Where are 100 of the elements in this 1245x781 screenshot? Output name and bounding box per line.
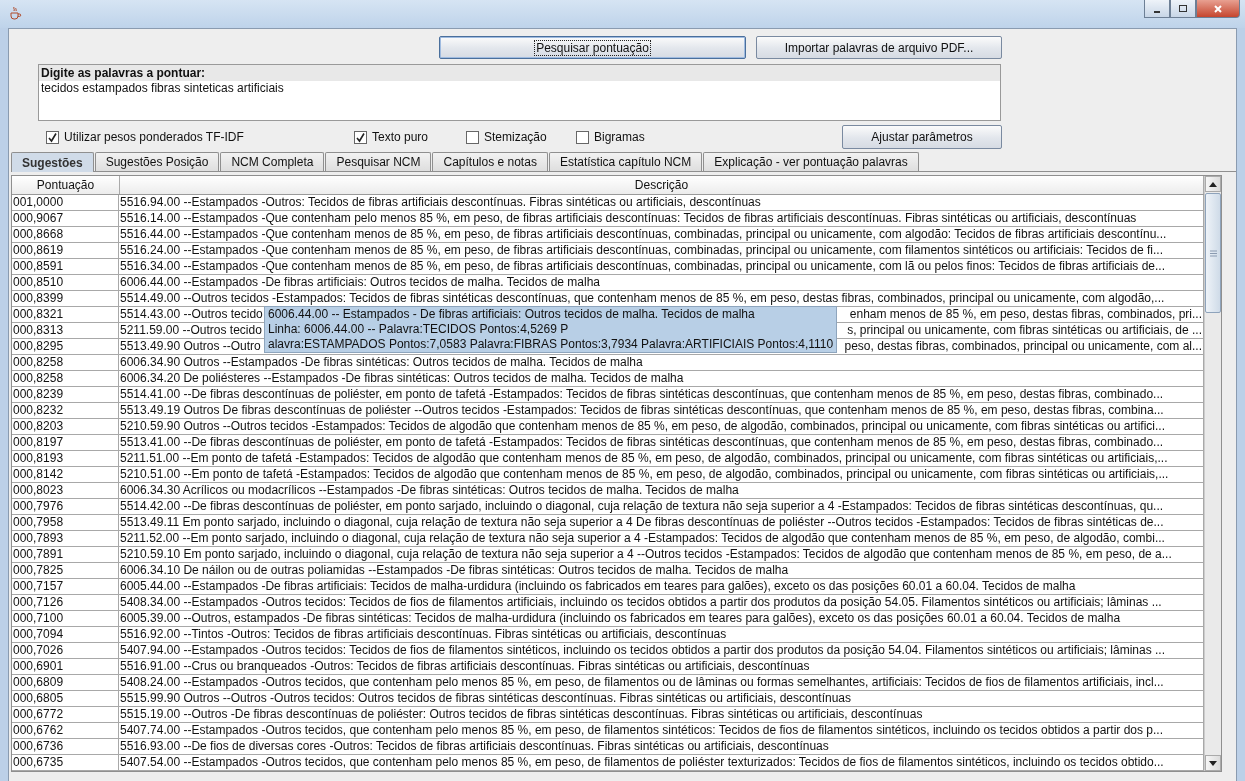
score-cell: 001,0000 [12,195,119,210]
score-cell: 000,7126 [12,595,119,610]
description-text: 6005.39.00 --Outros, estampados -De fibras sintéticas: Tecidos de malha-urdidura (incluindo os fabricados em teares para galões), exceto os das posições 60.01 a 60.04. Tecidos de malha [120,611,1121,626]
description-text: 5516.91.00 --Crus ou branqueados -Outros: Tecidos de fibras artificiais descontínuas. Fibras sintéticas ou artificiais, descontínuas [120,659,810,674]
score-cell: 000,7825 [12,563,119,578]
down-arrow-icon [1209,760,1217,766]
description-text: 6005.44.00 --Estampados -De fibras artificiais: Tecidos de malha-urdidura (incluindo os fabricados em teares para galões), exceto os das posições 60.01 a 60.04. Tecidos de malha [120,579,1076,594]
description-text: 5515.99.90 Outros --Outros -Outros tecidos: Outros tecidos de fibras sintéticas descontínuas. Fibras sintéticas ou artificiais, descontínuas [120,691,851,706]
description-text: 5211.59.00 --Outros tecido [120,323,262,338]
score-cell: 000,8232 [12,403,119,418]
score-cell: 000,8295 [12,339,119,354]
description-text: 5408.34.00 --Estampados -Outros tecidos: Tecidos de fios de filamentos artificiais, incluindo os tecidos obtidos a partir dos produtos da posição 54.05. Filamentos sintéticos ou artificiais; lâminas ... [120,595,1162,610]
query-field[interactable]: Digite as palavras a pontuar: tecidos estampados fibras sinteticas artificiais [38,64,1001,121]
tooltip-line: alavra:ESTAMPADOS Pontos:7,0583 Palavra:FIBRAS Pontos:3,7934 Palavra:ARTIFICIAIS Pontos:4,1110 [268,337,834,352]
description-text: 5513.41.00 --De fibras descontínuas de poliéster, em ponto de tafetá -Estampados: Tecidos de fibras sintéticas descontínuas, que contenham menos de 85 %, em peso, destas fibras, combinado... [120,435,1164,450]
description-text: 6006.34.90 Outros --Estampados -De fibras sintéticas: Outros tecidos de malha. Tecidos de malha [120,355,643,370]
description-text: 5211.52.00 --Em ponto sarjado, incluindo o diagonal, cuja relação de textura não seja superior a 4 -Estampados: Tecidos de algodão que contenham menos de 85 %, em peso, de algodão, combi... [120,531,1165,546]
description-text: 5516.34.00 --Estampados -Que contenham menos de 85 %, em peso, de fibras artificiais descontínuas, combinadas, principal ou unicamente, com lã ou pelos finos: Tecidos de fibras artificiais de... [120,259,1165,274]
option-label[interactable]: Utilizar pesos ponderados TF-IDF [64,130,244,144]
description-text: 5514.49.00 --Outros tecidos -Estampados: Tecidos de fibras sintéticas descontínuas, que contenham menos de 85 %, em peso, destas fibras, combinados, principal ou unicamente, com algodão,... [120,291,1165,306]
description-text: 6006.34.10 De náilon ou de outras poliamidas --Estampados -De fibras sintéticas: Outros tecidos de malha. Tecidos de malha [120,563,789,578]
column-header[interactable]: Pontuação [12,176,120,194]
description-text: 5210.59.90 Outros --Outros tecidos -Estampados: Tecidos de algodão que contenham menos de 85 %, em peso, de algodão, combinados, principal ou unicamente, com fibras sintéticas ou artifici... [120,419,1166,434]
description-text: s, principal ou unicamente, com fibras sintéticas ou artificiais, de ... [847,323,1202,338]
tab[interactable]: NCM Completa [220,152,325,171]
score-cell: 000,8258 [12,355,119,370]
description-text: 6006.44.00 --Estampados -De fibras artificiais: Outros tecidos de malha. Tecidos de malha [120,275,601,290]
score-cell: 000,6736 [12,739,119,754]
close-icon [1213,3,1223,14]
score-cell: 000,8619 [12,243,119,258]
score-cell: 000,9067 [12,211,119,226]
score-cell: 000,7100 [12,611,119,626]
score-cell: 000,8399 [12,291,119,306]
score-cell: 000,7026 [12,643,119,658]
description-text: 6006.34.20 De poliésteres --Estampados -De fibras sintéticas: Outros tecidos de malha. Tecidos de malha [120,371,684,386]
description-text: 5407.94.00 --Estampados -Outros tecidos: Tecidos de fios de filamentos sintéticos, incluindo os tecidos obtidos a partir dos produtos da posição 54.04. Filamentos sintéticos ou artificiais; lâminas ... [120,643,1165,658]
description-text: 5516.93.00 --De fios de diversas cores -Outros: Tecidos de fibras artificiais descontínuas. Fibras sintéticas ou artificiais, descontínuas [120,739,829,754]
score-cell: 000,7094 [12,627,119,642]
option-label[interactable]: Bigramas [594,130,645,144]
score-cell: 000,7891 [12,547,119,562]
score-cell: 000,8591 [12,259,119,274]
action-button[interactable]: Pesquisar pontuação [439,36,746,59]
score-cell: 000,7958 [12,515,119,530]
checkbox[interactable] [466,130,479,144]
score-cell: 000,8023 [12,483,119,498]
tab[interactable]: Sugestões [11,152,94,172]
option-label[interactable]: Texto puro [372,130,429,144]
description-text: 5513.49.90 Outros --Outro [120,339,261,354]
score-cell: 000,6735 [12,755,119,770]
score-cell: 000,8142 [12,467,119,482]
query-text[interactable]: tecidos estampados fibras sinteticas artificiais [39,81,1000,95]
action-button[interactable]: Importar palavras de arquivo PDF... [756,36,1002,59]
score-cell: 000,8510 [12,275,119,290]
maximize-icon [1178,3,1188,14]
score-cell: 000,8668 [12,227,119,242]
minimize-icon [1154,10,1160,13]
description-text: 5514.43.00 --Outros tecido [120,307,263,322]
scroll-thumb[interactable] [1205,193,1221,313]
score-cell: 000,8321 [12,307,119,322]
scrollbar[interactable] [1204,176,1221,771]
tab[interactable]: Capítulos e notas [432,152,548,171]
description-text: 5516.14.00 --Estampados -Que contenham pelo menos 85 %, em peso, de fibras artificiais descontínuas: Tecidos de fibras artificiais descontínuas. Fibras sintéticas ou artificiais, descontínuas [120,211,1137,226]
checkbox[interactable] [576,130,589,144]
checkmark-icon [47,131,58,143]
description-text: 5516.44.00 --Estampados -Que contenham menos de 85 %, em peso, de fibras artificiais descontínuas, combinadas, principal ou unicamente, com algodão: Tecidos de fibras artificiais descontínu... [120,227,1167,242]
tab[interactable]: Pesquisar NCM [325,152,432,171]
description-text: 5407.54.00 --Estampados -Outros tecidos, que contenham pelo menos 85 %, em peso, de filamentos de poliéster texturizados: Tecidos de fios de filamentos sintéticos, incluindo os tecidos obtido... [120,755,1164,770]
minimize-button[interactable] [1144,0,1170,18]
description-text: 5513.49.19 Outros De fibras descontínuas de poliéster --Outros tecidos -Estampados: Tecidos de fibras sintéticas descontínuas, que contenham menos de 85 %, em peso, destas fibras, combina... [120,403,1164,418]
scroll-down-button[interactable] [1205,755,1221,771]
score-cell: 000,8193 [12,451,119,466]
score-cell: 000,8313 [12,323,119,338]
scroll-up-button[interactable] [1205,176,1221,192]
score-cell: 000,8239 [12,387,119,402]
description-text: 5516.94.00 --Estampados -Outros: Tecidos de fibras artificiais descontínuas. Fibras sintéticas ou artificiais, descontínuas [120,195,761,210]
checkbox[interactable] [46,130,59,144]
description-text: 5211.51.00 --Em ponto de tafetá -Estampados: Tecidos de algodão que contenham menos de 85 %, em peso, de algodão, combinados, principal ou unicamente, com fibras sintéticas ou artificiais,... [120,451,1168,466]
description-text: 5407.74.00 --Estampados -Outros tecidos, que contenham pelo menos 85 %, em peso, de filamentos sintéticos: Tecidos de fios de filamentos sintéticos, incluindo os tecidos obtidos a partir dos p... [120,723,1164,738]
adjust-button[interactable]: Ajustar parâmetros [842,125,1002,149]
score-cell: 000,8258 [12,371,119,386]
description-text: 6006.34.30 Acrílicos ou modacrílicos --Estampados -De fibras sintéticas: Outros tecidos de malha. Tecidos de malha [120,483,739,498]
score-cell: 000,6805 [12,691,119,706]
option-label[interactable]: Stemização [484,130,547,144]
tab[interactable]: Sugestões Posição [94,152,220,171]
score-cell: 000,6762 [12,723,119,738]
description-text: 5210.51.00 --Em ponto de tafetá -Estampados: Tecidos de algodão que contenham menos de 85 %, em peso, de algodão, combinados, principal ou unicamente, com fibras sintéticas ou artificiais,... [120,467,1169,482]
tab[interactable]: Explicação - ver pontuação palavras [703,152,919,171]
checkbox[interactable] [354,130,367,144]
description-text: 5513.49.11 Em ponto sarjado, incluindo o diagonal, cuja relação de textura não seja superior a 4 De fibras descontínuas de poliéster --Outros tecidos -Estampados: Tecidos de fibras sintéticas de... [120,515,1164,530]
tab[interactable]: Estatística capítulo NCM [548,152,703,171]
description-text: 5408.24.00 --Estampados -Outros tecidos, que contenham pelo menos 85 %, em peso, de filamentos ou de lâminas ou formas semelhantes, artificiais: Tecidos de fios de filamentos artificiais, incl... [120,675,1164,690]
description-text: enham menos de 85 %, em peso, destas fibras, combinados, pri... [849,307,1202,322]
tooltip-line: 6006.44.00 -- Estampados - De fibras artificiais: Outros tecidos de malha. Tecidos de malha [268,307,756,322]
maximize-button[interactable] [1170,0,1196,18]
description-text: 5514.41.00 --De fibras descontínuas de poliéster, em ponto de tafetá -Estampados: Tecidos de fibras sintéticas descontínuas, que contenham menos de 85 %, em peso, destas fibras, combinado... [120,387,1164,402]
close-button[interactable] [1196,0,1240,18]
score-cell: 000,7976 [12,499,119,514]
tooltip-line: Linha: 6006.44.00 -- Palavra:TECIDOS Pontos:4,5269 P [268,322,570,337]
description-text: 5210.59.10 Em ponto sarjado, incluindo o diagonal, cuja relação de textura não seja superior a 4 --Outros tecidos -Estampados: Tecidos de algodão que contenham menos de 85 %, em peso, de a... [120,547,1172,562]
score-cell: 000,8203 [12,419,119,434]
